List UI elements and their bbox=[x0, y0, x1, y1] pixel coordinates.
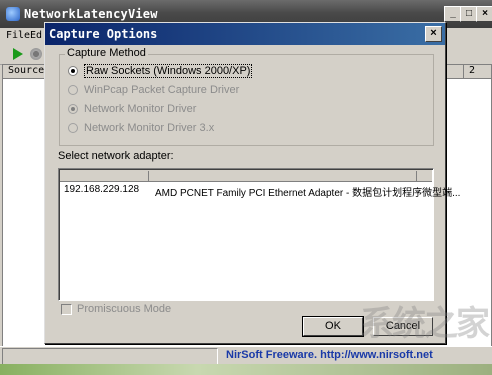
start-capture-button[interactable] bbox=[10, 46, 26, 62]
status-link[interactable]: NirSoft Freeware. http://www.nirsoft.net bbox=[226, 349, 433, 361]
column-separator bbox=[416, 171, 417, 182]
list-item[interactable]: 192.168.229.128 AMD PCNET Family PCI Eth… bbox=[60, 183, 460, 199]
status-bar: NirSoft Freeware. http://www.nirsoft.net bbox=[0, 346, 492, 365]
desktop-strip bbox=[0, 364, 492, 375]
status-segment bbox=[2, 348, 218, 365]
main-close-button[interactable]: × bbox=[476, 6, 492, 22]
radio-label: Network Monitor Driver bbox=[84, 103, 197, 115]
column-2[interactable]: 2 bbox=[469, 65, 475, 76]
stop-capture-button[interactable] bbox=[28, 46, 44, 62]
dialog-close-button[interactable]: × bbox=[425, 26, 442, 42]
radio-button bbox=[68, 123, 78, 133]
column-separator bbox=[463, 65, 464, 78]
adapter-ip: 192.168.229.128 bbox=[64, 184, 140, 195]
promiscuous-checkbox bbox=[61, 304, 72, 315]
promiscuous-label: Promiscuous Mode bbox=[77, 303, 172, 315]
column-separator bbox=[148, 171, 149, 182]
radio-button bbox=[68, 85, 78, 95]
adapter-name: AMD PCNET Family PCI Ethernet Adapter - … bbox=[155, 188, 461, 199]
dialog-title-bar[interactable]: Capture Options × bbox=[45, 23, 445, 45]
menu-edit[interactable]: Ed bbox=[30, 30, 42, 41]
app-icon bbox=[6, 7, 20, 21]
radio-button bbox=[68, 104, 78, 114]
play-icon bbox=[13, 48, 23, 60]
adapter-label: Select network adapter: bbox=[58, 150, 174, 162]
stop-icon bbox=[30, 48, 42, 60]
cancel-button[interactable]: Cancel bbox=[373, 317, 433, 336]
menu-file[interactable]: File bbox=[6, 30, 30, 41]
dialog-title: Capture Options bbox=[49, 27, 158, 41]
radio-button[interactable] bbox=[68, 66, 78, 76]
adapter-list[interactable]: 192.168.229.128 AMD PCNET Family PCI Eth… bbox=[58, 168, 460, 301]
adapter-list-header bbox=[60, 170, 432, 182]
capture-method-label: Capture Method bbox=[65, 47, 148, 59]
ok-button[interactable]: OK bbox=[302, 316, 364, 337]
radio-label: Raw Sockets (Windows 2000/XP) bbox=[84, 64, 253, 78]
capture-method-group: Capture Method Raw Sockets (Windows 2000… bbox=[59, 47, 434, 146]
radio-label: Network Monitor Driver 3.x bbox=[84, 122, 215, 134]
close-icon: × bbox=[430, 27, 437, 39]
radio-label: WinPcap Packet Capture Driver bbox=[84, 84, 240, 96]
main-window-title: NetworkLatencyView bbox=[24, 7, 158, 21]
capture-options-dialog: Capture Options × Capture Method Raw Soc… bbox=[44, 22, 460, 344]
